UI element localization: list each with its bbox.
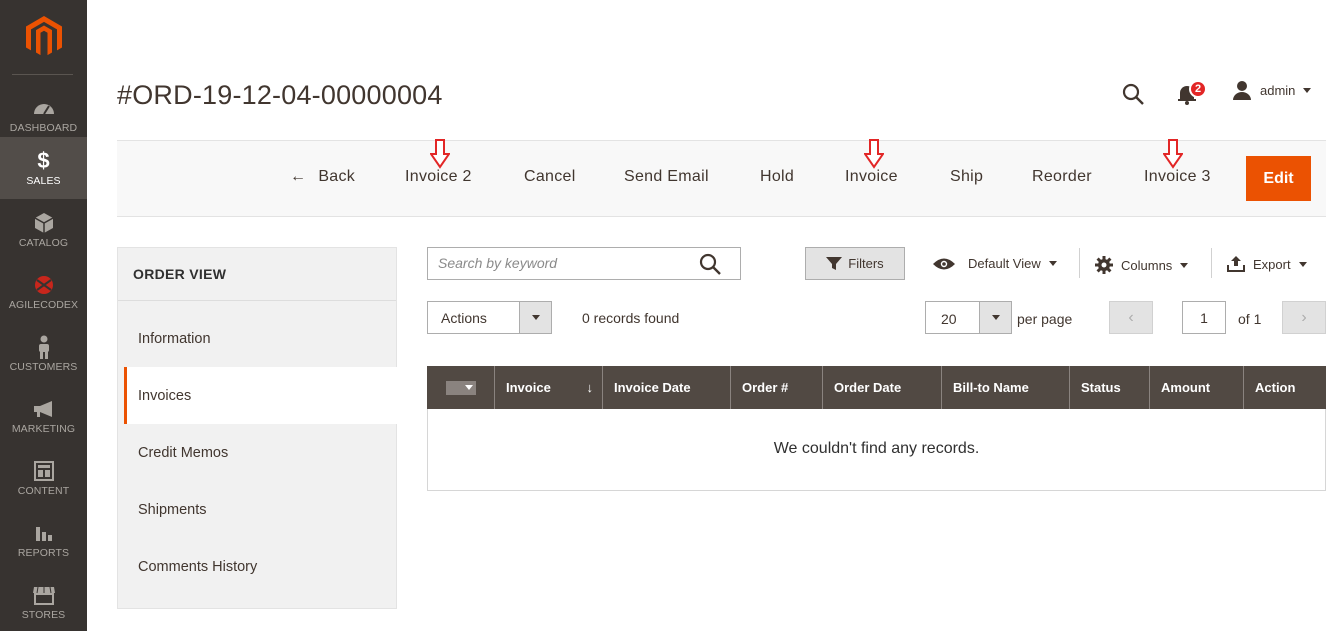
nav-label: STORES — [21, 608, 66, 621]
nav-label: AGILECODEX — [8, 298, 79, 311]
back-button[interactable]: ← Back — [290, 168, 355, 186]
column-header-status[interactable]: Status — [1069, 366, 1149, 409]
search-icon[interactable] — [1121, 82, 1145, 106]
search-input[interactable] — [438, 255, 688, 271]
dollar-icon: $ — [37, 147, 50, 173]
nav-agilecodex[interactable]: AGILECODEX — [0, 261, 87, 323]
eye-icon — [933, 258, 955, 269]
order-view-title: ORDER VIEW — [133, 266, 227, 282]
column-header-invoice-date[interactable]: Invoice Date — [602, 366, 730, 409]
nav-customers[interactable]: CUSTOMERS — [0, 323, 87, 385]
nav-content[interactable]: CONTENT — [0, 447, 87, 509]
invoice-2-button[interactable]: Invoice 2 — [405, 168, 472, 186]
total-pages: of 1 — [1238, 311, 1262, 327]
edit-button[interactable]: Edit — [1246, 156, 1311, 201]
column-header-action: Action — [1243, 366, 1326, 409]
column-header-order-number[interactable]: Order # — [730, 366, 822, 409]
send-email-button[interactable]: Send Email — [624, 168, 709, 186]
annotation-arrow-down-icon — [430, 139, 450, 169]
nav-stores[interactable]: STORES — [0, 571, 87, 631]
dashboard-icon — [32, 97, 56, 119]
per-page-label: per page — [1017, 311, 1073, 327]
column-header-amount[interactable]: Amount — [1149, 366, 1243, 409]
search-icon[interactable] — [698, 252, 722, 276]
tab-shipments[interactable]: Shipments — [138, 502, 207, 518]
per-page-value: 20 — [941, 311, 957, 327]
chevron-down-icon — [1303, 87, 1312, 93]
nav-label: REPORTS — [17, 546, 70, 559]
empty-records-message: We couldn't find any records. — [773, 440, 980, 457]
store-icon — [32, 584, 56, 606]
filter-icon — [826, 256, 843, 270]
chevron-down-icon — [1298, 261, 1307, 267]
nav-label: DASHBOARD — [9, 121, 78, 134]
reorder-button[interactable]: Reorder — [1032, 168, 1092, 186]
previous-page-button[interactable]: ‹ — [1109, 301, 1153, 334]
next-page-button[interactable]: › — [1282, 301, 1326, 334]
chevron-down-icon — [1180, 262, 1189, 268]
nav-catalog[interactable]: CATALOG — [0, 199, 87, 261]
chevron-down-icon — [979, 302, 1011, 333]
per-page-select[interactable] — [925, 301, 1012, 334]
tab-comments-history[interactable]: Comments History — [138, 559, 257, 575]
layout-icon — [33, 460, 54, 482]
filters-button[interactable]: Filters — [805, 247, 905, 280]
annotation-arrow-down-icon — [864, 139, 884, 169]
tab-credit-memos[interactable]: Credit Memos — [138, 445, 228, 461]
chevron-down-icon — [519, 302, 551, 333]
ship-button[interactable]: Ship — [950, 168, 983, 186]
nav-reports[interactable]: REPORTS — [0, 509, 87, 571]
invoice-3-button[interactable]: Invoice 3 — [1144, 168, 1211, 186]
invoice-button[interactable]: Invoice — [845, 168, 898, 186]
sort-arrow-down-icon: ↓ — [586, 380, 594, 395]
column-header-invoice[interactable]: Invoice ↓ — [494, 366, 602, 409]
notifications-badge[interactable]: 2 — [1189, 80, 1207, 98]
nav-marketing[interactable]: MARKETING — [0, 385, 87, 447]
page-title: #ORD-19-12-04-00000004 — [117, 80, 443, 110]
chevron-left-icon: ‹ — [1128, 308, 1134, 326]
default-view-dropdown[interactable]: Default View — [932, 256, 1057, 271]
user-name: admin — [1260, 82, 1296, 98]
arrow-left-icon: ← — [290, 168, 307, 185]
cube-icon — [34, 212, 54, 234]
page-number-input[interactable] — [1182, 301, 1226, 334]
order-view-tabs — [117, 247, 397, 609]
annotation-arrow-down-icon — [1163, 139, 1183, 169]
hold-button[interactable]: Hold — [760, 168, 794, 186]
chevron-down-icon — [1048, 261, 1057, 266]
nav-label: MARKETING — [11, 422, 76, 435]
upload-icon — [1227, 256, 1245, 272]
nav-label: CONTENT — [17, 484, 70, 497]
nav-label: CUSTOMERS — [9, 360, 78, 373]
column-header-bill-to-name[interactable]: Bill-to Name — [941, 366, 1069, 409]
columns-dropdown[interactable]: Columns — [1095, 256, 1189, 274]
gear-icon — [1095, 256, 1113, 274]
megaphone-icon — [32, 398, 56, 420]
tab-information[interactable]: Information — [138, 331, 211, 347]
nav-label: SALES — [26, 174, 61, 187]
person-icon — [37, 335, 51, 359]
export-dropdown[interactable]: Export — [1227, 256, 1307, 272]
bar-chart-icon — [34, 522, 54, 544]
chevron-right-icon: › — [1301, 308, 1307, 326]
column-header-order-date[interactable]: Order Date — [822, 366, 941, 409]
tab-invoices[interactable]: Invoices — [138, 388, 191, 404]
agilecodex-icon — [32, 274, 56, 296]
user-icon — [1233, 81, 1251, 100]
mass-select-checkbox[interactable] — [427, 366, 494, 409]
mass-actions-label: Actions — [441, 310, 487, 326]
user-menu[interactable]: admin — [1232, 80, 1312, 100]
nav-label: CATALOG — [18, 236, 69, 249]
records-found: 0 records found — [582, 310, 680, 326]
cancel-button[interactable]: Cancel — [524, 168, 576, 186]
magento-logo[interactable] — [0, 0, 87, 74]
nav-sales[interactable]: $ SALES — [0, 137, 87, 199]
